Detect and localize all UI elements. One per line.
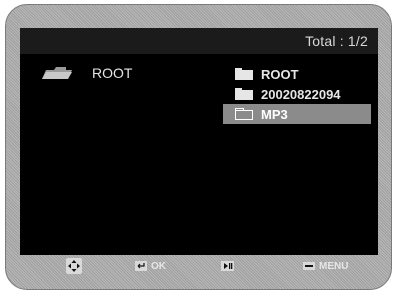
file-browser-screen: Total : 1/2 ROOT ROOT 20020822094 MP3: [20, 28, 378, 255]
list-item[interactable]: 20020822094: [223, 84, 371, 104]
folder-icon: [235, 68, 253, 80]
play-hint[interactable]: [221, 261, 234, 271]
header-bar: Total : 1/2: [20, 28, 378, 54]
menu-key-icon: [303, 262, 315, 270]
list-item-label: MP3: [261, 106, 288, 122]
footer-bar: OK MENU: [28, 255, 368, 277]
ok-label: OK: [151, 260, 166, 272]
current-folder-label: ROOT: [92, 65, 133, 81]
folder-outline-icon: [235, 108, 253, 120]
parent-folder-icon: [42, 67, 72, 79]
menu-label: MENU: [319, 260, 349, 272]
current-folder[interactable]: ROOT: [40, 64, 132, 82]
list-item-selected[interactable]: MP3: [223, 104, 371, 124]
menu-hint[interactable]: MENU: [303, 261, 348, 272]
folder-list: ROOT 20020822094 MP3: [223, 64, 371, 124]
total-count: Total : 1/2: [305, 33, 368, 49]
list-item[interactable]: ROOT: [223, 64, 371, 84]
list-item-label: ROOT: [261, 66, 299, 82]
ok-hint[interactable]: OK: [135, 261, 166, 272]
list-item-label: 20020822094: [261, 86, 341, 102]
play-pause-icon: [221, 261, 234, 271]
enter-icon: [135, 261, 147, 271]
dpad-icon: [66, 258, 82, 274]
navigate-hint[interactable]: [66, 258, 82, 274]
folder-icon: [235, 88, 253, 100]
